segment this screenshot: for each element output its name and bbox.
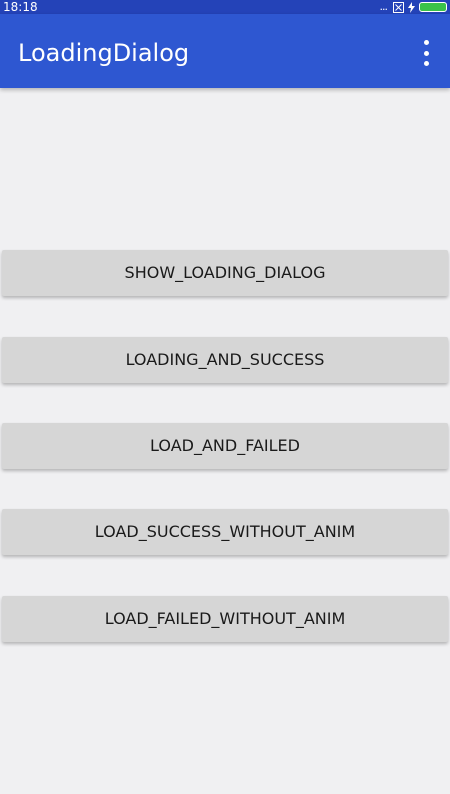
notification-dots: ... xyxy=(379,0,388,13)
load-failed-without-anim-button[interactable]: LOAD_FAILED_WITHOUT_ANIM xyxy=(2,596,448,642)
status-time: 18:18 xyxy=(3,0,38,14)
status-bar: 18:18 ... xyxy=(0,0,450,14)
load-success-without-anim-button[interactable]: LOAD_SUCCESS_WITHOUT_ANIM xyxy=(2,509,448,555)
status-icons: ... xyxy=(379,0,447,13)
loading-and-success-button[interactable]: LOADING_AND_SUCCESS xyxy=(2,337,448,383)
show-loading-dialog-button[interactable]: SHOW_LOADING_DIALOG xyxy=(2,250,448,296)
app-title: LoadingDialog xyxy=(18,39,190,67)
load-and-failed-button[interactable]: LOAD_AND_FAILED xyxy=(2,423,448,469)
app-bar: LoadingDialog xyxy=(0,14,450,88)
sim-card-icon xyxy=(393,1,404,13)
lightning-icon xyxy=(408,1,415,13)
battery-icon xyxy=(419,2,447,12)
more-vertical-icon[interactable] xyxy=(416,40,436,66)
